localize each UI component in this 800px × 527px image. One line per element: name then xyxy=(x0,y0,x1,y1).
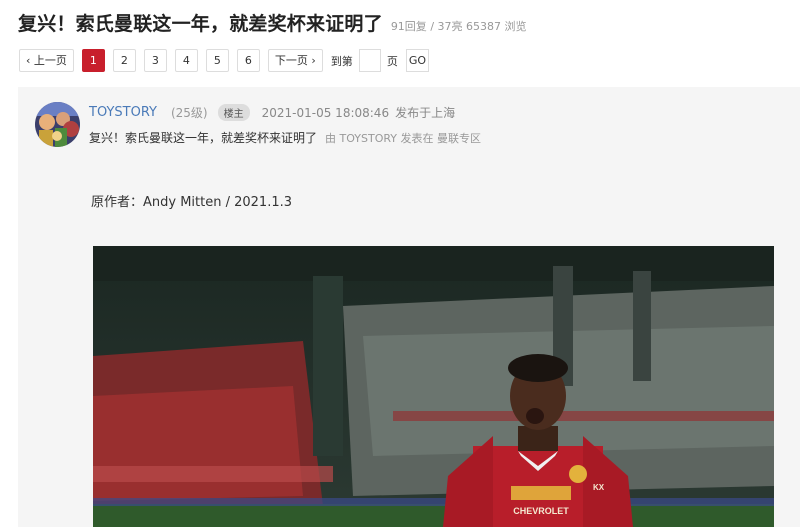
article-photo: CHEVROLET KX xyxy=(93,246,774,527)
by-label: 由 xyxy=(325,131,337,145)
jersey-sponsor-text: CHEVROLET xyxy=(513,506,569,516)
post-stats: 91回复 / 37亮 65387 浏览 xyxy=(391,18,527,34)
chevron-left-icon: ‹ xyxy=(26,54,31,67)
next-page-button[interactable]: 下一页 › xyxy=(267,49,323,72)
avatar-image xyxy=(35,102,80,147)
page-title: 复兴！索氏曼联这一年，就差奖杯来证明了 xyxy=(18,13,383,35)
player-celebration-photo: CHEVROLET KX xyxy=(93,246,774,527)
post-time: 2021-01-05 18:08:46 xyxy=(261,105,390,120)
goto-suffix: 页 xyxy=(386,54,398,68)
page-button-2[interactable]: 2 xyxy=(112,49,136,72)
post-subject-row: 复兴！索氏曼联这一年，就差奖杯来证明了 由 TOYSTORY 发表在 曼联专区 xyxy=(89,129,481,146)
author-level: (25级) xyxy=(170,106,208,120)
prev-page-label: 上一页 xyxy=(33,54,67,67)
reply-count: 91回复 xyxy=(390,20,427,33)
board-link[interactable]: 曼联专区 xyxy=(437,132,481,145)
next-page-label: 下一页 xyxy=(274,54,308,67)
post-location: 发布于上海 xyxy=(395,106,456,120)
goto-prefix: 到第 xyxy=(330,54,353,68)
op-badge: 楼主 xyxy=(217,104,250,121)
by-author-link[interactable]: TOYSTORY xyxy=(340,132,398,145)
page-button-4[interactable]: 4 xyxy=(174,49,198,72)
page-button-3[interactable]: 3 xyxy=(143,49,167,72)
posted-in-label: 发表在 xyxy=(400,131,434,145)
original-author-line: 原作者：Andy Mitten / 2021.1.3 xyxy=(91,195,293,210)
avatar[interactable] xyxy=(35,102,80,147)
chevron-right-icon: › xyxy=(311,54,316,67)
post-subject: 复兴！索氏曼联这一年，就差奖杯来证明了 xyxy=(89,131,318,145)
page-button-6[interactable]: 6 xyxy=(236,49,260,72)
view-count: 65387 浏览 xyxy=(466,20,527,33)
prev-page-button[interactable]: ‹ 上一页 xyxy=(19,49,74,72)
post-source: 由 TOYSTORY 发表在 曼联专区 xyxy=(325,130,481,146)
title-row: 复兴！索氏曼联这一年，就差奖杯来证明了 91回复 / 37亮 65387 浏览 xyxy=(18,9,527,36)
stats-separator: / xyxy=(430,20,435,33)
kit-brand-text: KX xyxy=(593,483,605,492)
author-link[interactable]: TOYSTORY xyxy=(89,105,157,120)
page-button-1[interactable]: 1 xyxy=(81,49,105,72)
page-button-5[interactable]: 5 xyxy=(205,49,229,72)
go-button[interactable]: GO xyxy=(405,49,429,72)
post-meta: TOYSTORY (25级) 楼主 2021-01-05 18:08:46 发布… xyxy=(89,104,455,121)
goto-page-input[interactable] xyxy=(358,49,381,72)
post-card: TOYSTORY (25级) 楼主 2021-01-05 18:08:46 发布… xyxy=(18,87,800,527)
pagination: ‹ 上一页 1 2 3 4 5 6 下一页 › 到第 页 GO xyxy=(19,49,429,72)
like-count: 37亮 xyxy=(437,20,463,33)
